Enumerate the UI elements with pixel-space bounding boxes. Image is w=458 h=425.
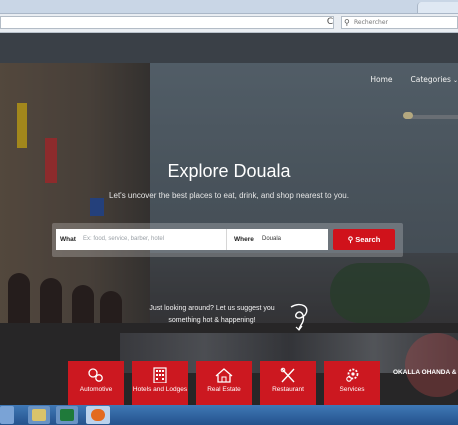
search-icon: ⚲ (347, 235, 354, 244)
hero-subtitle: Let's uncover the best places to eat, dr… (109, 191, 349, 200)
hero-section: Home Categories ⌄ Explore Douala Let's un… (0, 63, 458, 405)
category-automotive[interactable]: Automotive (68, 361, 124, 405)
search-panel: What Ex: food, service, barber, hotel Wh… (52, 223, 403, 257)
browser-tabstrip (0, 0, 458, 14)
excel-icon (60, 409, 74, 421)
gear-icon (346, 368, 359, 382)
search-button[interactable]: ⚲ Search (333, 229, 395, 250)
site-header-strip (0, 33, 458, 63)
background-text: OKALLA OHANDA & (393, 369, 457, 376)
category-label: Services (339, 386, 365, 393)
category-restaurant[interactable]: Restaurant (260, 361, 316, 405)
main-nav: Home Categories ⌄ (370, 75, 458, 87)
browser-search-placeholder: Rechercher (354, 19, 388, 26)
magnifier-icon: ⚲ (344, 18, 350, 27)
field-divider (226, 229, 227, 250)
taskbar-excel[interactable] (56, 406, 78, 424)
reload-icon[interactable]: C (324, 16, 336, 29)
browser-toolbar: C ⚲ Rechercher (0, 14, 458, 33)
browser-tab[interactable] (417, 2, 458, 13)
category-label: Real Estate (207, 386, 241, 393)
os-taskbar (0, 405, 458, 425)
search-button-label: Search (355, 235, 381, 244)
category-label: Automotive (79, 386, 113, 393)
what-input[interactable]: Ex: food, service, barber, hotel (83, 229, 223, 250)
category-row: Automotive Hotels and Lodges Real Estate (68, 361, 380, 405)
suggest-line-1: Just looking around? Let us suggest you (149, 305, 275, 312)
category-label: Restaurant (272, 386, 304, 393)
nav-categories-label: Categories (410, 75, 451, 84)
chevron-down-icon: ⌄ (452, 77, 458, 84)
firefox-icon (91, 409, 105, 421)
category-hotels-and-lodges[interactable]: Hotels and Lodges (132, 361, 188, 405)
what-label: What (60, 236, 76, 243)
start-button[interactable] (0, 406, 14, 424)
nav-home[interactable]: Home (370, 75, 392, 87)
suggest-line-2: something hot & happening! (168, 317, 256, 324)
where-input[interactable]: Douala (262, 229, 322, 250)
category-label: Hotels and Lodges (132, 386, 188, 393)
taskbar-explorer[interactable] (28, 406, 50, 424)
utensils-icon (280, 367, 295, 383)
building-icon (153, 367, 167, 383)
where-label: Where (234, 236, 254, 243)
swirl-arrow-icon (290, 303, 308, 331)
category-real-estate[interactable]: Real Estate (196, 361, 252, 405)
taskbar-firefox[interactable] (86, 406, 110, 424)
hero-title: Explore Douala (167, 161, 291, 181)
folder-icon (32, 409, 46, 421)
nav-categories[interactable]: Categories ⌄ (411, 75, 458, 87)
category-services[interactable]: Services (324, 361, 380, 405)
house-icon (215, 368, 233, 383)
browser-search-input[interactable]: ⚲ Rechercher (341, 16, 458, 29)
search-form: What Ex: food, service, barber, hotel Wh… (56, 229, 328, 250)
gears-icon (88, 368, 103, 382)
address-bar[interactable] (0, 16, 334, 29)
suggest-text: Just looking around? Let us suggest you … (137, 303, 287, 327)
